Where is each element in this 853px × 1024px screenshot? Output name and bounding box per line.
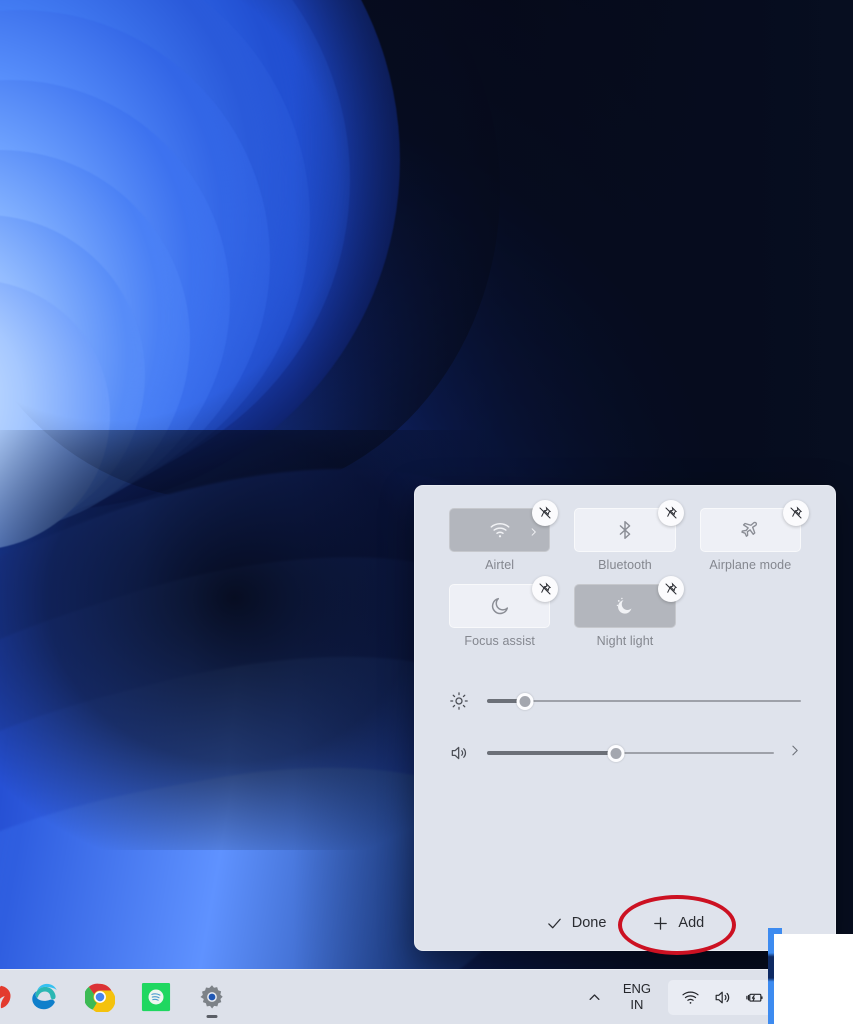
quick-tile-wifi-button[interactable] (449, 500, 559, 552)
unpin-icon[interactable] (532, 576, 559, 602)
white-overlay-box (774, 934, 853, 1024)
plus-icon (652, 915, 669, 932)
taskbar-app-spotify[interactable] (128, 970, 184, 1024)
language-secondary: IN (630, 997, 644, 1012)
chrome-icon (85, 983, 115, 1012)
brightness-slider-row[interactable] (449, 686, 801, 716)
volume-output-chevron-icon[interactable] (788, 744, 801, 762)
quick-tile-airplane-mode[interactable]: Airplane mode (699, 500, 809, 572)
taskbar-app-partial[interactable] (0, 970, 16, 1024)
quick-tile-night-light-button[interactable] (574, 576, 684, 628)
quick-settings-tile-grid: Airtel Bluetooth Airplane mode Focus ass… (449, 500, 809, 648)
quick-tile-empty-slot (700, 584, 801, 648)
volume-slider-thumb[interactable] (607, 744, 625, 762)
unpin-icon[interactable] (657, 500, 684, 526)
done-button-label: Done (571, 915, 607, 931)
volume-slider-track[interactable] (487, 743, 774, 763)
quick-tile-label: Focus assist (464, 634, 535, 648)
bluetooth-icon (614, 519, 636, 541)
night-light-icon (614, 595, 636, 617)
taskbar-app-chrome[interactable] (72, 970, 128, 1024)
taskbar-app-edge[interactable] (16, 970, 72, 1024)
quick-tile-bluetooth-button[interactable] (574, 500, 684, 552)
slider-track-fill (487, 751, 617, 755)
quick-tile-focus-assist[interactable]: Focus assist (449, 576, 559, 648)
moon-icon (489, 595, 511, 617)
wifi-icon (682, 991, 699, 1004)
check-icon (546, 915, 563, 932)
chevron-right-icon[interactable] (528, 525, 539, 536)
taskbar-active-indicator (206, 1014, 218, 1018)
wifi-icon (489, 519, 511, 541)
add-button[interactable]: Add (644, 910, 712, 937)
taskbar-app-settings[interactable] (184, 970, 240, 1024)
settings-icon (200, 985, 223, 1009)
taskbar-app-list (0, 970, 240, 1024)
brightness-icon (449, 691, 469, 711)
battery-charging-icon (746, 993, 763, 1002)
desktop: Airtel Bluetooth Airplane mode Focus ass… (0, 0, 853, 1024)
quick-tile-wifi[interactable]: Airtel (449, 500, 559, 572)
quick-tile-label: Night light (596, 634, 654, 648)
volume-icon (449, 743, 469, 763)
edge-icon (32, 983, 57, 1010)
quick-tile-label: Airtel (485, 558, 515, 572)
quick-settings-tray-button[interactable] (668, 979, 777, 1015)
quick-tile-bluetooth[interactable]: Bluetooth (574, 500, 684, 572)
brightness-slider-track[interactable] (487, 691, 801, 711)
tray-overflow-button[interactable] (578, 990, 612, 1005)
add-button-label: Add (678, 915, 705, 931)
done-button[interactable]: Done (538, 910, 615, 937)
quick-tile-label: Airplane mode (709, 558, 792, 572)
brightness-slider-thumb[interactable] (516, 692, 534, 710)
spotify-icon (141, 982, 171, 1012)
quick-tile-label: Bluetooth (598, 558, 652, 572)
language-primary: ENG (622, 980, 651, 996)
quick-tile-night-light[interactable]: Night light (574, 576, 684, 648)
quick-tile-airplane-mode-button[interactable] (699, 500, 809, 552)
quick-settings-panel: Airtel Bluetooth Airplane mode Focus ass… (414, 485, 836, 951)
volume-icon (715, 991, 730, 1003)
quick-tile-focus-assist-button[interactable] (449, 576, 559, 628)
slider-track-background (487, 699, 801, 703)
taskbar: ENG IN (0, 969, 853, 1024)
unpin-icon[interactable] (657, 576, 684, 602)
unpin-icon[interactable] (532, 500, 559, 526)
language-indicator[interactable]: ENG IN (612, 981, 662, 1014)
airplane-icon (739, 519, 761, 541)
app-icon-partial (0, 985, 11, 1009)
volume-slider-row[interactable] (449, 738, 801, 768)
unpin-icon[interactable] (783, 500, 809, 526)
